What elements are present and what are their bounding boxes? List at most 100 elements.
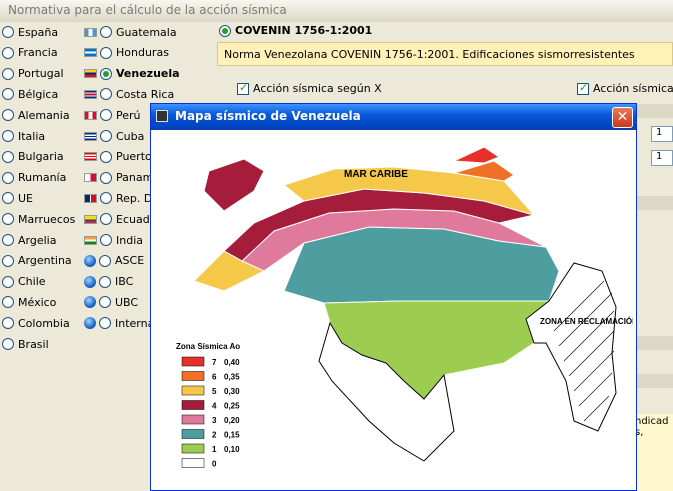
country-radio[interactable]: [100, 88, 112, 101]
country-option-4[interactable]: Alemania: [2, 106, 70, 124]
country-option-9[interactable]: Marruecos: [2, 210, 75, 228]
country-option-14[interactable]: Colombia: [2, 314, 70, 332]
country-radio[interactable]: [2, 171, 14, 184]
country-option-right-14[interactable]: Internac: [84, 314, 160, 332]
legend-zone: 7: [212, 358, 217, 367]
country-option-right-12[interactable]: IBC: [84, 273, 133, 291]
norm-option[interactable]: COVENIN 1756-1:2001: [219, 24, 372, 37]
country-option-right-11[interactable]: ASCE: [84, 252, 144, 270]
close-icon: ✕: [616, 109, 629, 125]
flag-honduras-icon: [84, 48, 97, 58]
country-label: México: [18, 295, 57, 309]
norm-radio[interactable]: [219, 24, 231, 37]
country-option-right-13[interactable]: UBC: [84, 293, 138, 311]
country-option-13[interactable]: México: [2, 293, 56, 311]
country-option-1[interactable]: Francia: [2, 44, 58, 62]
country-radio[interactable]: [2, 88, 14, 101]
map-window-icon: [156, 110, 168, 122]
country-radio[interactable]: [2, 317, 14, 330]
country-label: Bulgaria: [18, 150, 64, 164]
country-label: Rumanía: [18, 171, 67, 185]
country-radio[interactable]: [100, 46, 112, 59]
parameter-field-2[interactable]: 1: [651, 150, 673, 166]
country-option-0[interactable]: España: [2, 23, 58, 41]
flag-guatemala-icon: [84, 27, 97, 37]
country-radio[interactable]: [2, 46, 14, 59]
legend-ao: 0,25: [224, 402, 240, 411]
country-radio[interactable]: [99, 254, 111, 267]
country-radio[interactable]: [2, 130, 14, 142]
country-option-2[interactable]: Portugal: [2, 65, 64, 83]
country-option-10[interactable]: Argelia: [2, 231, 56, 249]
country-radio[interactable]: [2, 192, 14, 205]
country-radio[interactable]: [99, 296, 111, 309]
country-label: Guatemala: [116, 25, 177, 39]
country-radio[interactable]: [2, 213, 14, 226]
country-option-15[interactable]: Brasil: [2, 335, 49, 353]
legend-title: Zona Sísmica Ao: [176, 342, 240, 351]
country-option-right-1[interactable]: Honduras: [84, 44, 169, 62]
legend-ao: 0,40: [224, 358, 240, 367]
zulia-coast-region: [203, 158, 265, 212]
seismic-x-checkbox[interactable]: Acción sísmica según X: [237, 81, 382, 95]
country-radio[interactable]: [2, 67, 14, 80]
legend-zone: 3: [212, 416, 217, 425]
country-option-right-7[interactable]: Panamá: [84, 169, 160, 187]
country-radio[interactable]: [2, 26, 14, 38]
country-option-11[interactable]: Argentina: [2, 252, 72, 270]
globe-icon: [84, 275, 96, 288]
checkbox-x-box[interactable]: [237, 81, 249, 95]
country-option-right-8[interactable]: Rep. D: [84, 189, 152, 207]
window-title: Normativa para el cálculo de la acción s…: [8, 3, 287, 17]
parameter-field-1[interactable]: 1: [651, 126, 673, 142]
country-radio[interactable]: [99, 317, 111, 330]
country-option-right-0[interactable]: Guatemala: [84, 23, 177, 41]
legend-swatch: [181, 385, 205, 396]
globe-icon: [84, 254, 96, 267]
flag-panama-icon: [84, 173, 97, 183]
seismic-y-checkbox[interactable]: Acción sísmica s: [577, 81, 673, 95]
country-option-8[interactable]: UE: [2, 189, 33, 207]
flag-ecuador-icon: [84, 214, 97, 224]
country-radio[interactable]: [100, 150, 112, 163]
country-label: España: [18, 25, 59, 39]
country-label: Colombia: [18, 316, 70, 330]
country-option-12[interactable]: Chile: [2, 273, 46, 291]
country-option-right-5[interactable]: Cuba: [84, 127, 144, 145]
country-label: Italia: [18, 129, 46, 143]
legend-swatch: [181, 371, 205, 381]
country-radio[interactable]: [2, 150, 14, 163]
country-radio[interactable]: [2, 338, 14, 350]
country-radio[interactable]: [100, 171, 112, 184]
country-radio[interactable]: [100, 67, 112, 80]
flag-peru-icon: [84, 110, 97, 120]
country-option-right-10[interactable]: India: [84, 231, 143, 249]
country-option-6[interactable]: Bulgaria: [2, 148, 64, 166]
country-option-right-3[interactable]: Costa Rica: [84, 85, 174, 103]
close-button[interactable]: ✕: [612, 107, 633, 128]
country-radio[interactable]: [2, 254, 14, 267]
country-option-3[interactable]: Bélgica: [2, 85, 58, 103]
country-radio[interactable]: [100, 130, 112, 142]
country-option-5[interactable]: Italia: [2, 127, 45, 145]
country-label: Brasil: [18, 337, 49, 351]
country-radio[interactable]: [2, 109, 14, 122]
popup-title-bar[interactable]: Mapa sísmico de Venezuela ✕: [151, 104, 636, 130]
country-label: Argentina: [18, 254, 72, 268]
country-radio[interactable]: [99, 275, 111, 288]
country-radio[interactable]: [100, 192, 112, 205]
country-radio[interactable]: [2, 234, 14, 246]
country-radio[interactable]: [2, 275, 14, 288]
country-radio[interactable]: [100, 109, 112, 122]
main-window-title-bar: Normativa para el cálculo de la acción s…: [0, 0, 673, 23]
country-radio[interactable]: [100, 234, 112, 246]
country-option-right-2[interactable]: Venezuela: [84, 65, 180, 83]
country-radio[interactable]: [2, 296, 14, 309]
country-option-right-4[interactable]: Perú: [84, 106, 141, 124]
country-option-7[interactable]: Rumanía: [2, 169, 66, 187]
checkbox-y-box[interactable]: [577, 81, 589, 95]
country-label: Cuba: [116, 129, 145, 143]
country-radio[interactable]: [100, 213, 112, 226]
country-radio[interactable]: [100, 26, 112, 38]
country-label: Marruecos: [18, 212, 76, 226]
